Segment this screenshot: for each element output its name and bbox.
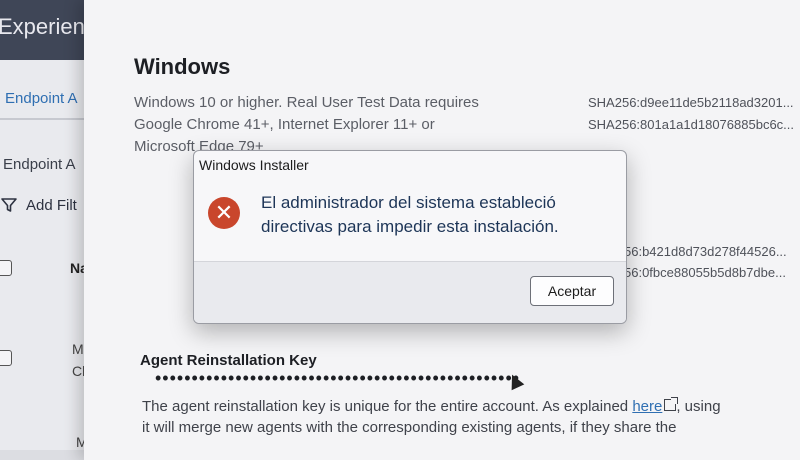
agent-key-explanation: The agent reinstallation key is unique f… <box>142 396 722 438</box>
hash-value: SHA256:801a1a1d18076885bc6c... <box>588 117 795 132</box>
agent-key-title: Agent Reinstallation Key <box>140 352 317 369</box>
external-link-icon[interactable] <box>664 397 679 411</box>
dialog-title: Windows Installer <box>199 157 309 173</box>
filter-icon <box>1 198 17 212</box>
row-checkbox[interactable] <box>0 350 12 366</box>
accept-button[interactable]: Aceptar <box>530 276 614 306</box>
here-link[interactable]: here <box>632 398 662 415</box>
add-filter-button[interactable]: Add Filt <box>0 196 77 214</box>
dialog-message: El administrador del sistema estableció … <box>261 193 559 236</box>
explanation-text: The agent reinstallation key is unique f… <box>142 398 633 415</box>
app-header: Experien <box>0 0 95 60</box>
agent-key-field[interactable]: ••••••••••••••••••••••••••••••••••••••••… <box>155 368 520 389</box>
tab-endpoint[interactable]: Endpoint A <box>5 90 78 107</box>
app-title: Experien <box>0 14 85 39</box>
error-icon: ✕ <box>208 197 240 229</box>
section-subtitle: Endpoint A <box>3 156 76 173</box>
add-filter-label: Add Filt <box>26 196 77 214</box>
hash-value: SHA256:d9ee11de5b2118ad3201... <box>588 95 794 110</box>
select-all-checkbox[interactable] <box>0 260 12 276</box>
windows-section-title: Windows <box>134 54 231 79</box>
hash-value: 56:b421d8d73d278f44526... <box>624 244 787 259</box>
installer-dialog: Windows Installer ✕ El administrador del… <box>193 150 627 324</box>
windows-requirements: Windows 10 or higher. Real User Test Dat… <box>134 94 479 155</box>
tab-divider <box>0 118 90 120</box>
dialog-footer: Aceptar <box>194 261 626 323</box>
hash-value: 56:0fbce88055b5d8b7dbe... <box>624 265 786 280</box>
